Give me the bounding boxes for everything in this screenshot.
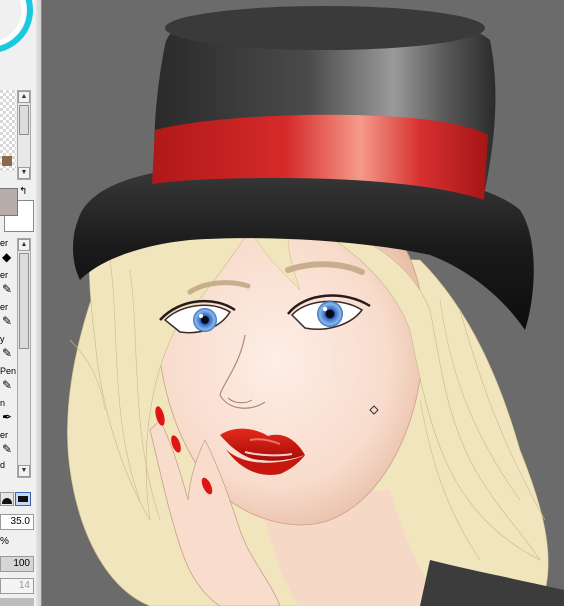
tool-item[interactable]: y ✎ xyxy=(0,334,16,368)
tool-item[interactable]: d xyxy=(0,460,16,478)
tool-item[interactable]: er ✎ xyxy=(0,270,16,304)
pencil-icon: ✎ xyxy=(2,314,13,328)
scroll-down-button[interactable]: ▼ xyxy=(18,167,30,179)
pen-icon: ✎ xyxy=(2,378,13,392)
pencil-icon: ✎ xyxy=(2,442,13,456)
tool-panel: ▲ ▼ ↰ er ◆ er ✎ er ✎ y ✎ Pen ✎ n ✒ er ✎ d ▲ ▼ 3… xyxy=(0,0,37,606)
scroll-up-button[interactable]: ▲ xyxy=(18,91,30,103)
pen-icon: ✎ xyxy=(2,282,13,296)
swatch-brown[interactable] xyxy=(2,156,12,166)
swatch-scrollbar[interactable]: ▲ ▼ xyxy=(17,90,31,180)
illustration xyxy=(67,6,564,606)
percent-label: % xyxy=(0,536,9,547)
brush-icon: ✎ xyxy=(2,346,13,360)
tool-item[interactable]: n ✒ xyxy=(0,398,16,432)
tool-item[interactable]: er ✎ xyxy=(0,430,16,464)
foreground-color-swatch[interactable] xyxy=(0,188,18,216)
bottom-slider[interactable] xyxy=(0,598,34,606)
swap-colors-icon[interactable]: ↰ xyxy=(19,186,27,197)
secondary-field[interactable]: 14 xyxy=(0,578,34,594)
scroll-thumb[interactable] xyxy=(19,253,29,349)
scroll-up-button[interactable]: ▲ xyxy=(18,239,30,251)
eraser-icon: ◆ xyxy=(2,250,12,264)
scroll-down-button[interactable]: ▼ xyxy=(18,465,30,477)
brush-shape-square-button[interactable] xyxy=(15,492,31,506)
drawing-canvas[interactable] xyxy=(42,0,564,606)
brush-shape-round-button[interactable] xyxy=(0,492,14,506)
tool-item[interactable]: er ✎ xyxy=(0,302,16,336)
brush-size-field[interactable]: 35.0 xyxy=(0,514,34,530)
tool-item[interactable]: Pen ✎ xyxy=(0,366,16,400)
tool-item[interactable]: er ◆ xyxy=(0,238,16,272)
marker-icon: ✒ xyxy=(2,410,13,424)
color-wheel[interactable] xyxy=(0,0,36,60)
density-field[interactable]: 100 xyxy=(0,556,34,572)
tool-scrollbar[interactable]: ▲ ▼ xyxy=(17,238,31,478)
scroll-thumb[interactable] xyxy=(19,105,29,135)
